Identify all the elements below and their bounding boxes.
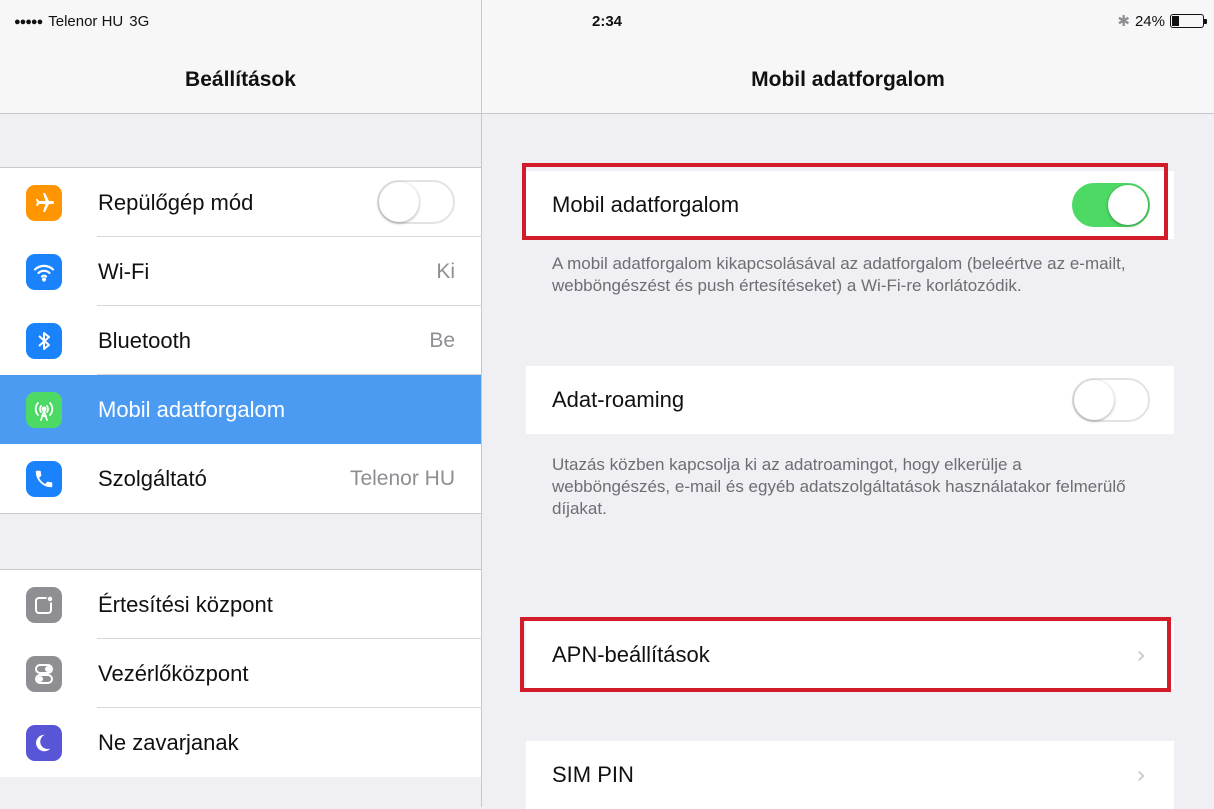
page-title: Mobil adatforgalom [751,68,945,91]
sidebar-item-label: Mobil adatforgalom [98,396,286,422]
wifi-status: Ki [436,259,455,283]
mobile-data-toggle[interactable] [1072,183,1150,227]
sidebar-item-label: Wi-Fi [98,258,150,284]
sidebar-item-label: Ne zavarjanak [98,729,239,755]
sidebar-item-cellular[interactable]: Mobil adatforgalom [0,375,481,444]
sidebar-item-label: Szolgáltató [98,465,207,491]
chevron-right-icon: › [1136,641,1146,669]
mobile-data-label: Mobil adatforgalom [552,192,740,217]
sidebar-item-label: Repülőgép mód [98,189,254,215]
apn-settings-label: APN-beállítások [552,642,710,667]
detail-navbar: 2:34 ✱ 24% Mobil adatforgalom [482,0,1214,114]
bluetooth-icon [26,322,62,359]
chevron-right-icon: › [1136,761,1146,789]
status-bar-right: ✱ 24% [1117,12,1207,30]
battery-icon [1170,14,1207,28]
status-clock: 2:34 [592,13,623,30]
mobile-data-row[interactable]: Mobil adatforgalom [526,171,1174,239]
data-roaming-row[interactable]: Adat-roaming [526,366,1174,434]
signal-strength: ●●●●● [14,15,43,28]
detail-pane: 2:34 ✱ 24% Mobil adatforgalom Mobil adat… [482,0,1214,809]
sim-pin-label: SIM PIN [552,762,634,787]
settings-sidebar: ●●●●● Telenor HU 3G Beállítások Repülőgé… [0,0,482,807]
battery-percent: 24% [1134,12,1165,30]
battery-fill [1172,16,1179,26]
notification-center-icon [26,586,62,623]
sidebar-item-control-center[interactable]: Vezérlőközpont [0,639,481,708]
apn-settings-row[interactable]: APN-beállítások › [526,621,1174,689]
control-center-icon [26,655,62,692]
toggle-knob [1074,380,1114,420]
sidebar-item-carrier[interactable]: Szolgáltató Telenor HU [0,444,481,513]
sidebar-item-label: Vezérlőközpont [98,660,249,686]
sidebar-title: Beállítások [185,68,296,91]
bluetooth-status: Be [429,328,455,352]
settings-group-connectivity: Repülőgép mód Wi-Fi Ki Bluetooth Be Mobi… [0,167,481,514]
mobile-data-footer: A mobil adatforgalom kikapcsolásával az … [552,254,1126,295]
settings-group-system: Értesítési központ Vezérlőközpont Ne zav… [0,569,481,777]
bluetooth-status-icon: ✱ [1117,13,1130,30]
sidebar-item-do-not-disturb[interactable]: Ne zavarjanak [0,708,481,777]
carrier-name: Telenor HU [48,13,124,30]
carrier-value: Telenor HU [349,466,455,490]
data-roaming-label: Adat-roaming [552,387,685,412]
moon-icon [26,724,62,761]
sidebar-item-notification-center[interactable]: Értesítési központ [0,570,481,639]
status-bar-left: ●●●●● Telenor HU 3G [14,13,149,30]
sim-pin-row[interactable]: SIM PIN › [526,741,1174,809]
phone-icon [26,460,62,497]
data-roaming-toggle[interactable] [1072,378,1150,422]
battery-tip [1204,19,1207,24]
cellular-icon [26,391,62,428]
airplane-icon [26,184,62,221]
sidebar-item-bluetooth[interactable]: Bluetooth Be [0,306,481,375]
toggle-knob [379,182,419,222]
data-roaming-footer: Utazás közben kapcsolja ki az adatroamin… [552,455,1126,518]
airplane-mode-toggle[interactable] [377,180,455,224]
sidebar-navbar: ●●●●● Telenor HU 3G Beállítások [0,0,481,114]
wifi-icon [26,253,62,290]
toggle-knob [1108,185,1148,225]
sidebar-item-airplane-mode[interactable]: Repülőgép mód [0,168,481,237]
sidebar-item-label: Bluetooth [98,327,191,353]
sidebar-item-wifi[interactable]: Wi-Fi Ki [0,237,481,306]
sidebar-item-label: Értesítési központ [98,591,273,617]
network-type: 3G [129,13,150,30]
